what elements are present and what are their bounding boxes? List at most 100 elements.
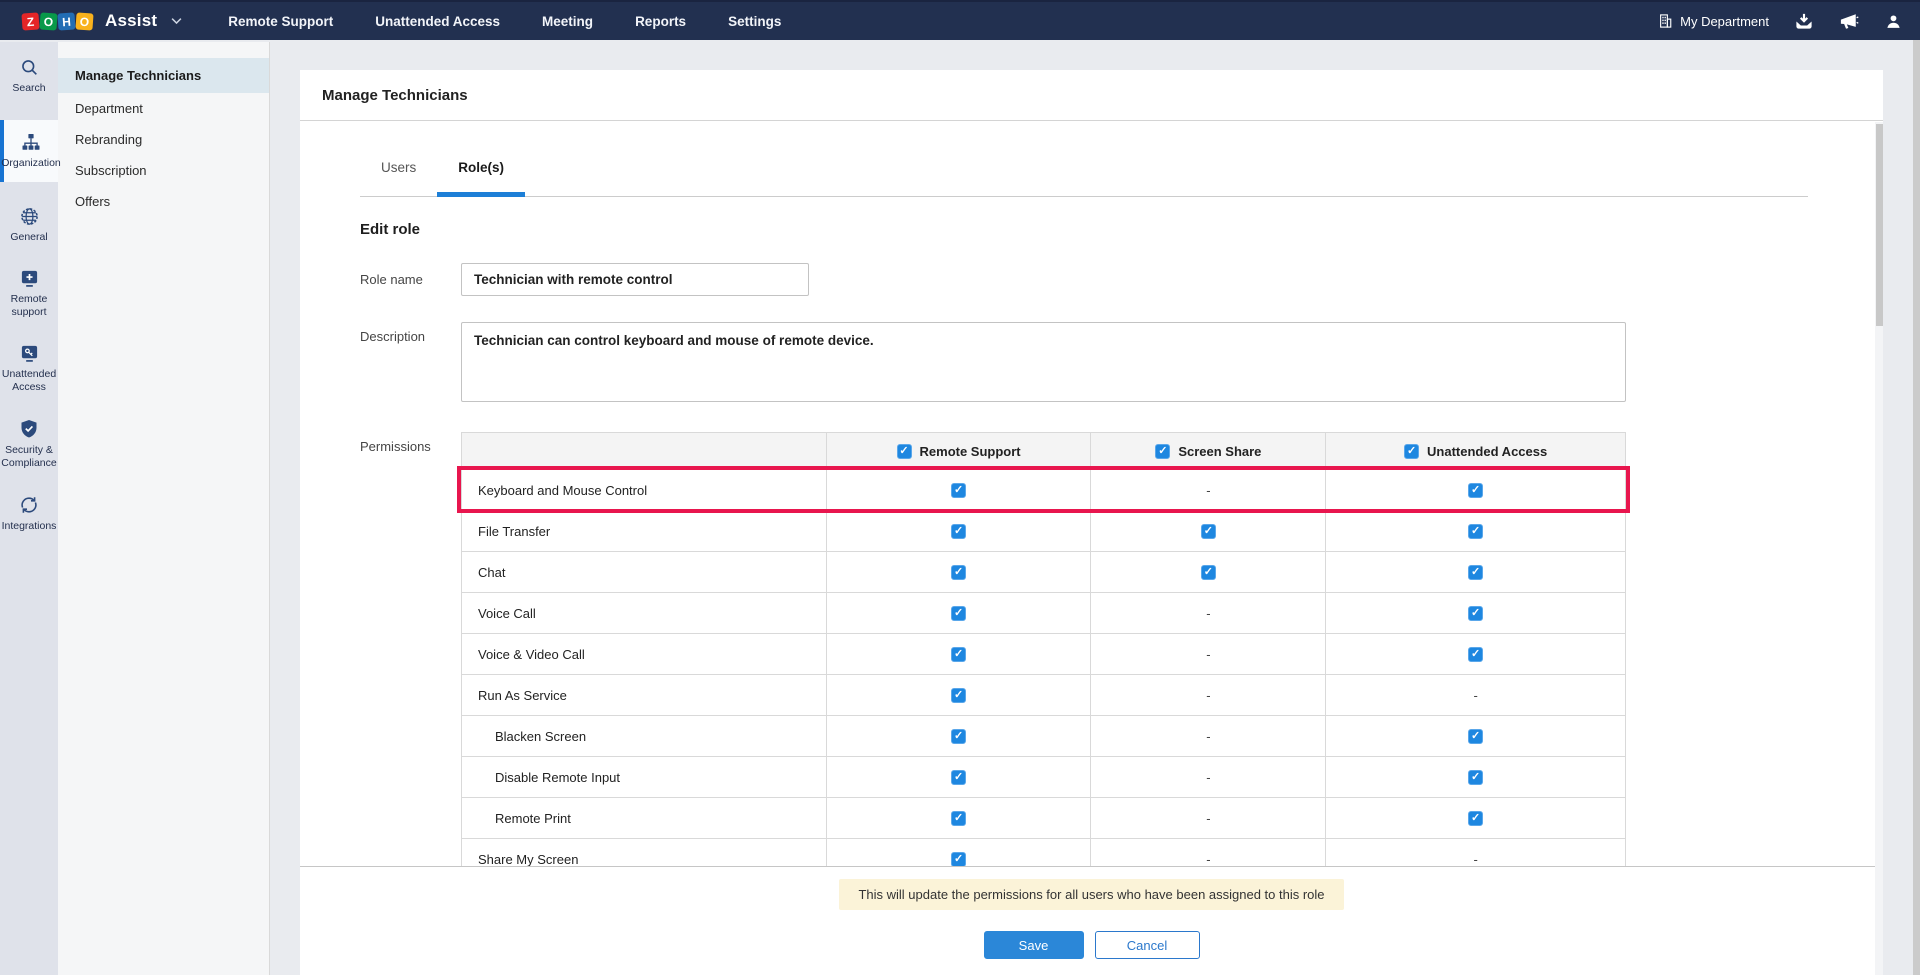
permission-checkbox-checked-icon[interactable]: ✓ xyxy=(951,729,966,744)
permission-cell: ✓ xyxy=(1326,757,1626,798)
permission-name-column-header xyxy=(462,432,827,470)
column-header-label: Unattended Access xyxy=(1427,444,1547,459)
permissions-table: ✓Remote Support✓Screen Share✓Unattended … xyxy=(461,432,1626,867)
permission-checkbox-checked-icon[interactable]: ✓ xyxy=(951,770,966,785)
permission-checkbox-checked-icon[interactable]: ✓ xyxy=(951,852,966,867)
permission-cell: ✓ xyxy=(1326,798,1626,839)
menu-item-offers[interactable]: Offers xyxy=(58,186,269,217)
security-icon xyxy=(20,419,38,439)
zoho-logo-tile: O xyxy=(39,12,57,30)
nav-item-meeting[interactable]: Meeting xyxy=(542,14,593,29)
permission-checkbox-checked-icon[interactable]: ✓ xyxy=(951,524,966,539)
permission-cell: ✓ xyxy=(827,470,1092,511)
permission-cell: ✓ xyxy=(827,675,1092,716)
permission-checkbox-checked-icon[interactable]: ✓ xyxy=(1201,524,1216,539)
description-textarea[interactable]: Technician can control keyboard and mous… xyxy=(461,322,1626,402)
sidebar-item-unattended-access[interactable]: Unattended Access xyxy=(0,344,58,394)
organization-icon xyxy=(21,133,41,152)
menu-item-subscription[interactable]: Subscription xyxy=(58,155,269,186)
edit-role-heading: Edit role xyxy=(360,221,1808,238)
permission-checkbox-checked-icon[interactable]: ✓ xyxy=(1201,565,1216,580)
permission-cell: - xyxy=(1091,470,1326,511)
permission-label: Voice Call xyxy=(462,593,827,634)
permission-cell: - xyxy=(1091,593,1326,634)
column-header-unattended-access: ✓ Unattended Access xyxy=(1326,432,1626,470)
announcement-icon[interactable] xyxy=(1839,12,1859,30)
sidebar-item-remote-support[interactable]: Remote support xyxy=(0,269,58,319)
department-selector[interactable]: My Department xyxy=(1658,13,1769,29)
permission-checkbox-checked-icon[interactable]: ✓ xyxy=(951,811,966,826)
permission-row-voice-call: Voice Call ✓ - ✓ xyxy=(461,593,1626,634)
column-checkbox-checked-icon[interactable]: ✓ xyxy=(897,444,912,459)
permission-checkbox-checked-icon[interactable]: ✓ xyxy=(951,688,966,703)
nav-item-remote-support[interactable]: Remote Support xyxy=(228,14,333,29)
download-icon[interactable] xyxy=(1795,13,1813,30)
permission-cell: ✓ xyxy=(1326,593,1626,634)
permission-not-applicable-dash: - xyxy=(1473,852,1477,867)
page-scrollbar[interactable] xyxy=(1913,40,1920,975)
zoho-assist-logo[interactable]: ZOHO Assist xyxy=(0,11,182,31)
sidebar-item-general[interactable]: General xyxy=(0,207,58,244)
nav-item-reports[interactable]: Reports xyxy=(635,14,686,29)
save-button[interactable]: Save xyxy=(984,931,1084,959)
menu-item-manage-technicians[interactable]: Manage Technicians xyxy=(58,58,269,93)
role-name-input[interactable] xyxy=(461,263,809,296)
column-checkbox-checked-icon[interactable]: ✓ xyxy=(1404,444,1419,459)
permission-cell: - xyxy=(1326,839,1626,867)
permission-cell: ✓ xyxy=(827,839,1092,867)
tab-label: Role(s) xyxy=(458,160,504,175)
permission-cell: ✓ xyxy=(827,552,1092,593)
permission-cell: - xyxy=(1091,675,1326,716)
nav-item-settings[interactable]: Settings xyxy=(728,14,781,29)
tab-users[interactable]: Users xyxy=(360,139,437,196)
nav-item-unattended-access[interactable]: Unattended Access xyxy=(375,14,500,29)
permission-checkbox-checked-icon[interactable]: ✓ xyxy=(1468,565,1483,580)
sidebar-item-organization[interactable]: Organization xyxy=(0,120,58,182)
sidebar-item-security-compliance[interactable]: Security & Compliance xyxy=(0,419,58,470)
user-profile-icon[interactable] xyxy=(1885,13,1902,30)
sidebar-item-integrations[interactable]: Integrations xyxy=(0,495,58,533)
top-nav-menu: Remote Support Unattended Access Meeting Re… xyxy=(228,14,781,29)
column-checkbox-checked-icon[interactable]: ✓ xyxy=(1155,444,1170,459)
permission-not-applicable-dash: - xyxy=(1206,483,1210,498)
permission-checkbox-checked-icon[interactable]: ✓ xyxy=(951,565,966,580)
permission-checkbox-checked-icon[interactable]: ✓ xyxy=(1468,770,1483,785)
permission-checkbox-checked-icon[interactable]: ✓ xyxy=(1468,647,1483,662)
cancel-button[interactable]: Cancel xyxy=(1095,931,1200,959)
logo-product-name: Assist xyxy=(105,11,157,31)
page-title: Manage Technicians xyxy=(322,87,468,104)
inner-scrollbar-track xyxy=(1875,122,1883,975)
inner-scrollbar-thumb[interactable] xyxy=(1876,124,1883,326)
permission-checkbox-checked-icon[interactable]: ✓ xyxy=(951,606,966,621)
chevron-down-icon[interactable] xyxy=(171,17,182,25)
permission-checkbox-checked-icon[interactable]: ✓ xyxy=(1468,483,1483,498)
integrations-icon xyxy=(19,495,39,515)
permission-row-voice-video-call: Voice & Video Call✓-✓ xyxy=(461,634,1626,675)
permission-checkbox-checked-icon[interactable]: ✓ xyxy=(951,483,966,498)
permission-label: Keyboard and Mouse Control xyxy=(462,470,827,511)
permission-checkbox-checked-icon[interactable]: ✓ xyxy=(1468,606,1483,621)
menu-item-department[interactable]: Department xyxy=(58,93,269,124)
permission-not-applicable-dash: - xyxy=(1206,606,1210,621)
column-header-remote-support: ✓Remote Support xyxy=(827,432,1092,470)
sidebar-item-label: Unattended Access xyxy=(2,368,56,394)
sidebar-item-search[interactable]: Search xyxy=(0,58,58,95)
permission-row-blacken-screen: Blacken Screen✓-✓ xyxy=(461,716,1626,757)
permission-checkbox-checked-icon[interactable]: ✓ xyxy=(951,647,966,662)
tab-role-s[interactable]: Role(s) xyxy=(437,139,525,196)
tab-label: Users xyxy=(381,160,416,175)
permission-checkbox-checked-icon[interactable]: ✓ xyxy=(1468,729,1483,744)
permission-row-keyboard-and-mouse-control: Keyboard and Mouse Control ✓ - ✓ xyxy=(461,470,1626,511)
permissions-row: Permissions ✓Remote Support✓Screen Share… xyxy=(360,432,1808,867)
topbar-right-section: My Department xyxy=(1658,12,1920,30)
permission-checkbox-checked-icon[interactable]: ✓ xyxy=(1468,811,1483,826)
permission-checkbox-checked-icon[interactable]: ✓ xyxy=(1468,524,1483,539)
panel-footer: This will update the permissions for all… xyxy=(300,867,1883,959)
permission-label: File Transfer xyxy=(462,511,827,552)
permission-label: Run As Service xyxy=(462,675,827,716)
permission-label: Disable Remote Input xyxy=(462,757,827,798)
zoho-logo-tile: O xyxy=(75,12,93,30)
menu-item-rebranding[interactable]: Rebranding xyxy=(58,124,269,155)
permission-cell: ✓ xyxy=(1091,511,1326,552)
permission-cell: ✓ xyxy=(827,634,1092,675)
